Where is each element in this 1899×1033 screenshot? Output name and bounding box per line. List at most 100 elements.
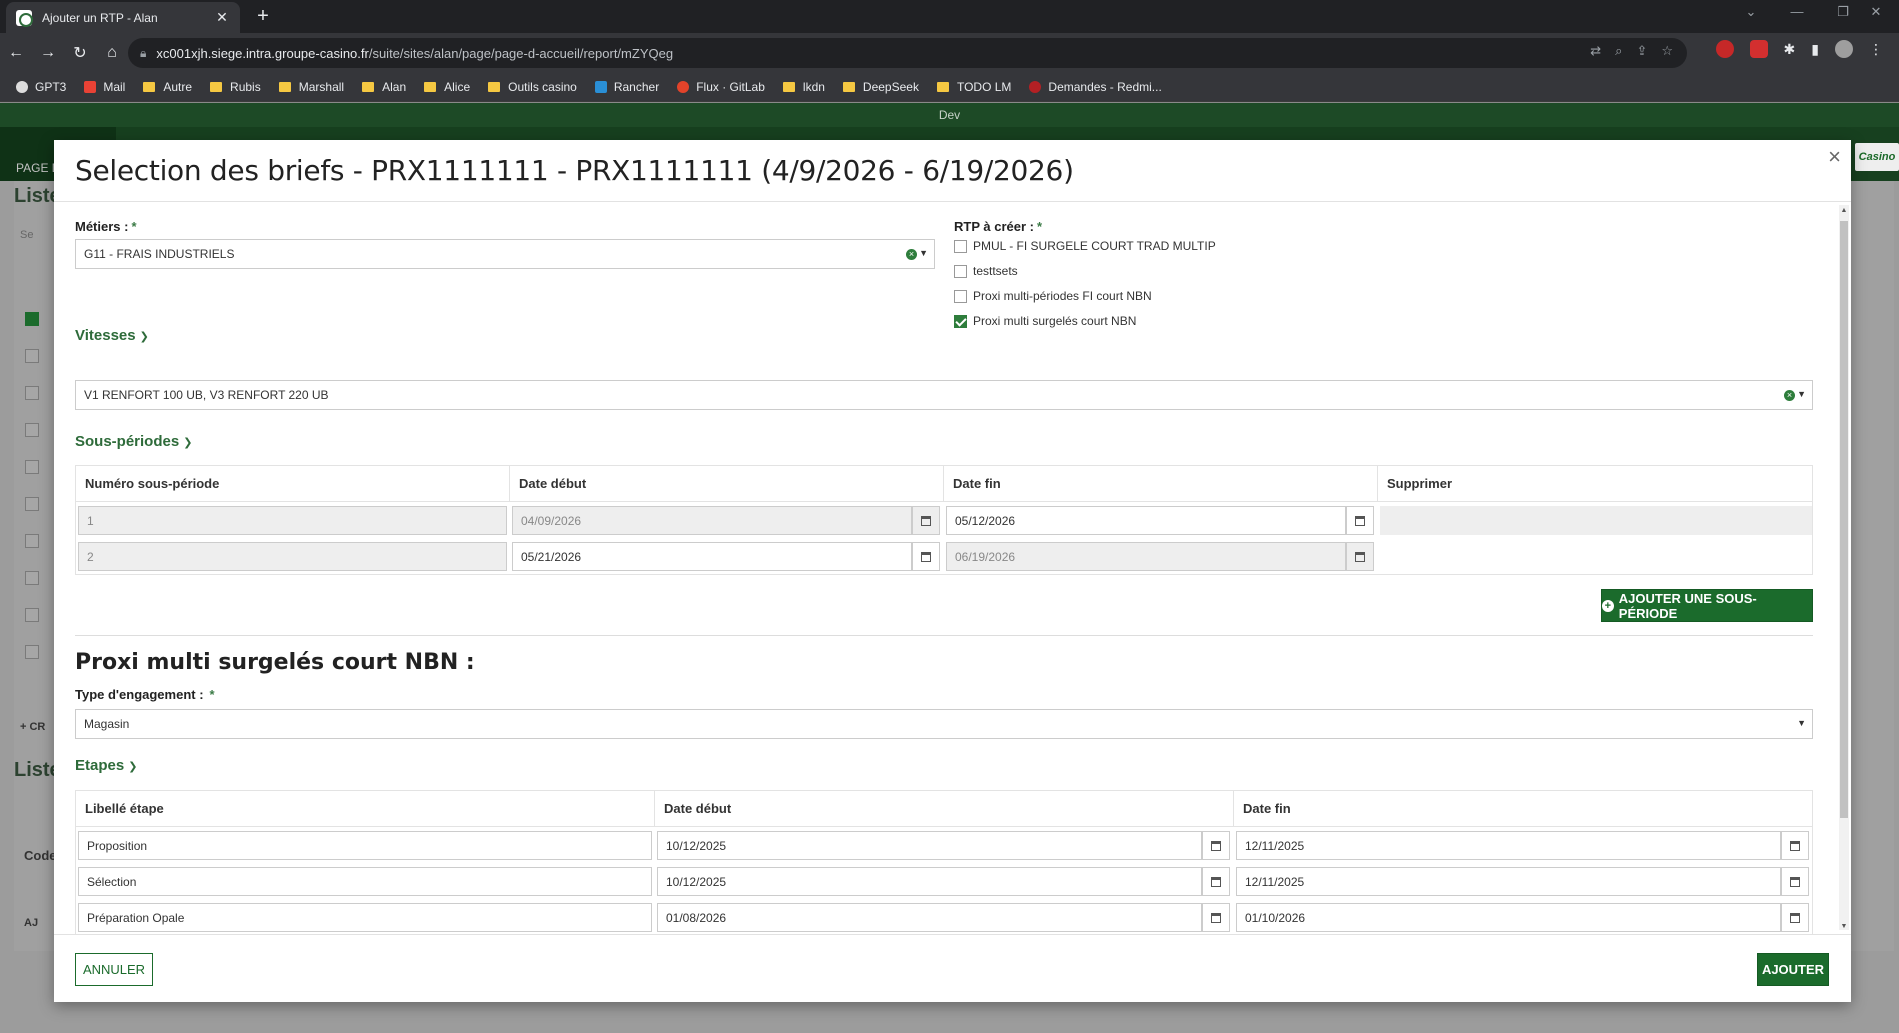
- bookmark-outils-casino[interactable]: Outils casino: [480, 75, 585, 99]
- etape-date-debut[interactable]: 10/12/2025: [657, 831, 1202, 860]
- cancel-button[interactable]: ANNULER: [75, 953, 153, 986]
- etapes-toggle[interactable]: Etapes ❯: [75, 757, 137, 774]
- select-briefs-modal: Selection des briefs - PRX1111111 - PRX1…: [54, 140, 1851, 1002]
- bookmark-autre[interactable]: Autre: [135, 75, 200, 99]
- col-date-fin: Date fin: [944, 466, 1378, 502]
- calendar-icon[interactable]: [1346, 506, 1374, 535]
- checkbox-checked[interactable]: [954, 314, 967, 328]
- bg-checkbox: [25, 460, 39, 474]
- calendar-icon[interactable]: [1781, 831, 1809, 860]
- scroll-up-icon[interactable]: ▲: [1839, 207, 1849, 214]
- modal-scrollbar[interactable]: ▲ ▼: [1839, 205, 1849, 930]
- new-tab-button[interactable]: +: [252, 5, 274, 28]
- zoom-icon[interactable]: ⌕: [1615, 43, 1622, 59]
- checkbox[interactable]: [954, 264, 967, 278]
- translate-icon[interactable]: ⇄: [1590, 43, 1601, 59]
- bg-add-button: AJ: [24, 917, 39, 929]
- bookmark-deepseek[interactable]: DeepSeek: [835, 75, 927, 99]
- clear-icon[interactable]: ×: [1784, 390, 1795, 401]
- bookmark-redmine[interactable]: Demandes - Redmi...: [1021, 75, 1169, 99]
- bookmark-marshall[interactable]: Marshall: [271, 75, 352, 99]
- engagement-value: Magasin: [84, 717, 130, 731]
- back-icon[interactable]: ←: [0, 44, 32, 62]
- calendar-icon[interactable]: [1781, 867, 1809, 896]
- calendar-icon: [912, 506, 940, 535]
- calendar-icon[interactable]: [1202, 903, 1230, 932]
- chevron-down-icon: ❯: [139, 331, 149, 343]
- extensions-puzzle-icon[interactable]: ✱: [1784, 41, 1796, 58]
- reload-icon[interactable]: ↻: [64, 43, 96, 63]
- engagement-label: Type d'engagement : *: [75, 687, 215, 702]
- bookmark-rubis[interactable]: Rubis: [202, 75, 269, 99]
- scroll-down-icon[interactable]: ▼: [1839, 923, 1849, 930]
- add-sous-periode-button[interactable]: + AJOUTER UNE SOUS-PÉRIODE: [1601, 589, 1813, 622]
- rtp-option-proxi-multi-surgeles[interactable]: Proxi multi surgelés court NBN: [954, 314, 1136, 328]
- bookmark-gpt3[interactable]: GPT3: [8, 75, 74, 99]
- sp-date-fin: 06/19/2026: [946, 542, 1346, 571]
- metiers-select[interactable]: G11 - FRAIS INDUSTRIELS × ▼: [75, 239, 935, 269]
- bookmark-alice[interactable]: Alice: [416, 75, 478, 99]
- etape-libelle[interactable]: Proposition: [78, 831, 652, 860]
- etape-date-fin[interactable]: 12/11/2025: [1236, 831, 1781, 860]
- bookmark-rancher[interactable]: Rancher: [587, 75, 667, 99]
- folder-icon: [424, 81, 437, 92]
- bookmark-gitlab[interactable]: Flux · GitLab: [669, 75, 773, 99]
- rtp-option-testtsets[interactable]: testtsets: [954, 264, 1018, 278]
- clear-icon[interactable]: ×: [906, 249, 917, 260]
- bookmark-alan[interactable]: Alan: [354, 75, 414, 99]
- chevron-down-icon[interactable]: ▼: [1797, 718, 1806, 728]
- add-button[interactable]: AJOUTER: [1757, 953, 1829, 986]
- etape-date-fin[interactable]: 01/10/2026: [1236, 903, 1781, 932]
- calendar-icon[interactable]: [1781, 903, 1809, 932]
- chevron-down-icon[interactable]: ▼: [1797, 389, 1806, 399]
- bookmark-todo-lm[interactable]: TODO LM: [929, 75, 1019, 99]
- vitesses-toggle[interactable]: Vitesses ❯: [75, 327, 149, 344]
- side-panel-icon[interactable]: ▮: [1811, 41, 1819, 58]
- profile-avatar[interactable]: [1835, 40, 1853, 58]
- youtube-ext-icon[interactable]: [1749, 40, 1768, 58]
- calendar-icon[interactable]: [912, 542, 940, 571]
- rtp-option-pmul[interactable]: PMUL - FI SURGELE COURT TRAD MULTIP: [954, 239, 1216, 253]
- tab-close-icon[interactable]: ✕: [214, 9, 230, 26]
- etape-date-fin[interactable]: 12/11/2025: [1236, 867, 1781, 896]
- sp-date-fin[interactable]: 05/12/2026: [946, 506, 1346, 535]
- bg-checkbox: [25, 645, 39, 659]
- ublock-icon[interactable]: [1715, 40, 1734, 58]
- calendar-icon[interactable]: [1202, 831, 1230, 860]
- home-icon[interactable]: ⌂: [96, 44, 128, 62]
- col-numero: Numéro sous-période: [76, 466, 510, 502]
- share-icon[interactable]: ⇪: [1636, 43, 1647, 59]
- modal-body: Métiers : * G11 - FRAIS INDUSTRIELS × ▼ R…: [54, 203, 1851, 934]
- etape-libelle[interactable]: Préparation Opale: [78, 903, 652, 932]
- etape-libelle[interactable]: Sélection: [78, 867, 652, 896]
- tab-search-icon[interactable]: ⌄: [1728, 4, 1774, 20]
- rtp-option-proxi-multi-periodes[interactable]: Proxi multi-périodes FI court NBN: [954, 289, 1152, 303]
- checkbox[interactable]: [954, 289, 967, 303]
- bg-checkbox: [25, 534, 39, 548]
- plus-circle-icon: +: [1602, 599, 1614, 612]
- checkbox[interactable]: [954, 239, 967, 253]
- rtp-label: RTP à créer : *: [954, 219, 1043, 234]
- section-divider: [75, 635, 1813, 636]
- vitesses-select[interactable]: V1 RENFORT 100 UB, V3 RENFORT 220 UB × ▼: [75, 380, 1813, 410]
- etape-date-debut[interactable]: 01/08/2026: [657, 903, 1202, 932]
- bookmark-star-icon[interactable]: ☆: [1661, 43, 1673, 59]
- chevron-down-icon[interactable]: ▼: [919, 248, 928, 258]
- sp-date-debut[interactable]: 05/21/2026: [512, 542, 912, 571]
- col-supprimer: Supprimer: [1387, 476, 1453, 491]
- minimize-button[interactable]: —: [1774, 4, 1820, 19]
- window-close-button[interactable]: ✕: [1853, 4, 1899, 20]
- menu-kebab-icon[interactable]: ⋮: [1869, 41, 1883, 58]
- close-icon[interactable]: ×: [1828, 144, 1841, 170]
- forward-icon[interactable]: →: [32, 44, 64, 62]
- bookmark-lkdn[interactable]: lkdn: [775, 75, 833, 99]
- table-header: Libellé étape Date début Date fin: [76, 791, 1812, 827]
- engagement-select[interactable]: Magasin ▼: [75, 709, 1813, 739]
- address-bar[interactable]: 🔒︎ xc001xjh.siege.intra.groupe-casino.fr…: [128, 38, 1687, 68]
- sous-periodes-toggle[interactable]: Sous-périodes ❯: [75, 433, 192, 450]
- calendar-icon[interactable]: [1202, 867, 1230, 896]
- scrollbar-thumb[interactable]: [1840, 221, 1848, 818]
- etape-date-debut[interactable]: 10/12/2025: [657, 867, 1202, 896]
- browser-tab[interactable]: Ajouter un RTP - Alan ✕: [6, 2, 240, 33]
- bookmark-mail[interactable]: Mail: [76, 75, 133, 99]
